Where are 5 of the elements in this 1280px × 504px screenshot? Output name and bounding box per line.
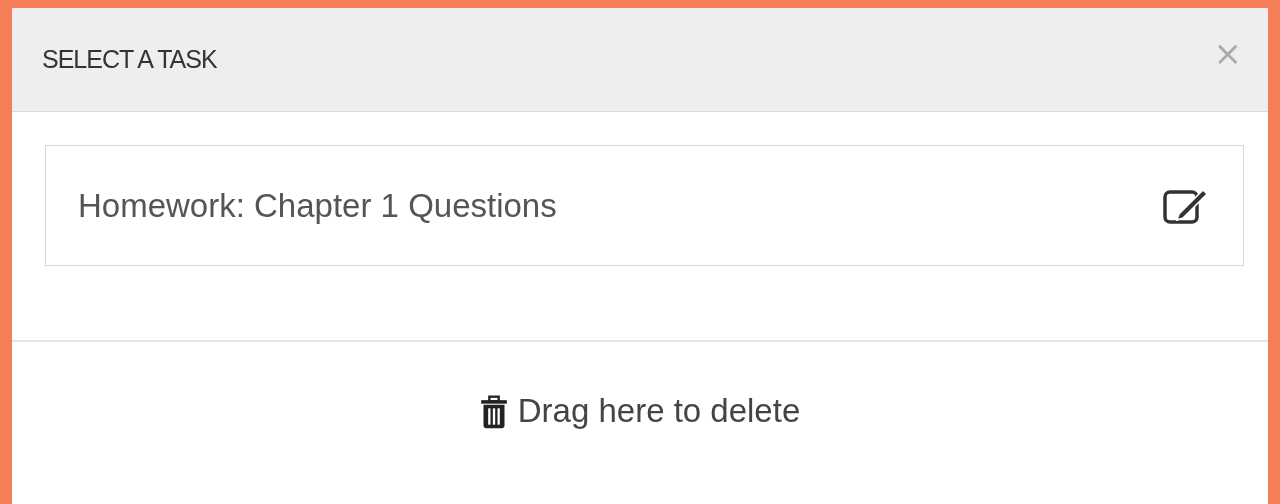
task-label: Homework: Chapter 1 Questions: [78, 186, 557, 225]
drop-label: Drag here to delete: [517, 392, 801, 430]
delete-drop-zone[interactable]: Drag here to delete: [12, 342, 1268, 504]
dialog-title: SELECT A TASK: [42, 45, 217, 74]
task-item[interactable]: Homework: Chapter 1 Questions: [45, 145, 1244, 266]
